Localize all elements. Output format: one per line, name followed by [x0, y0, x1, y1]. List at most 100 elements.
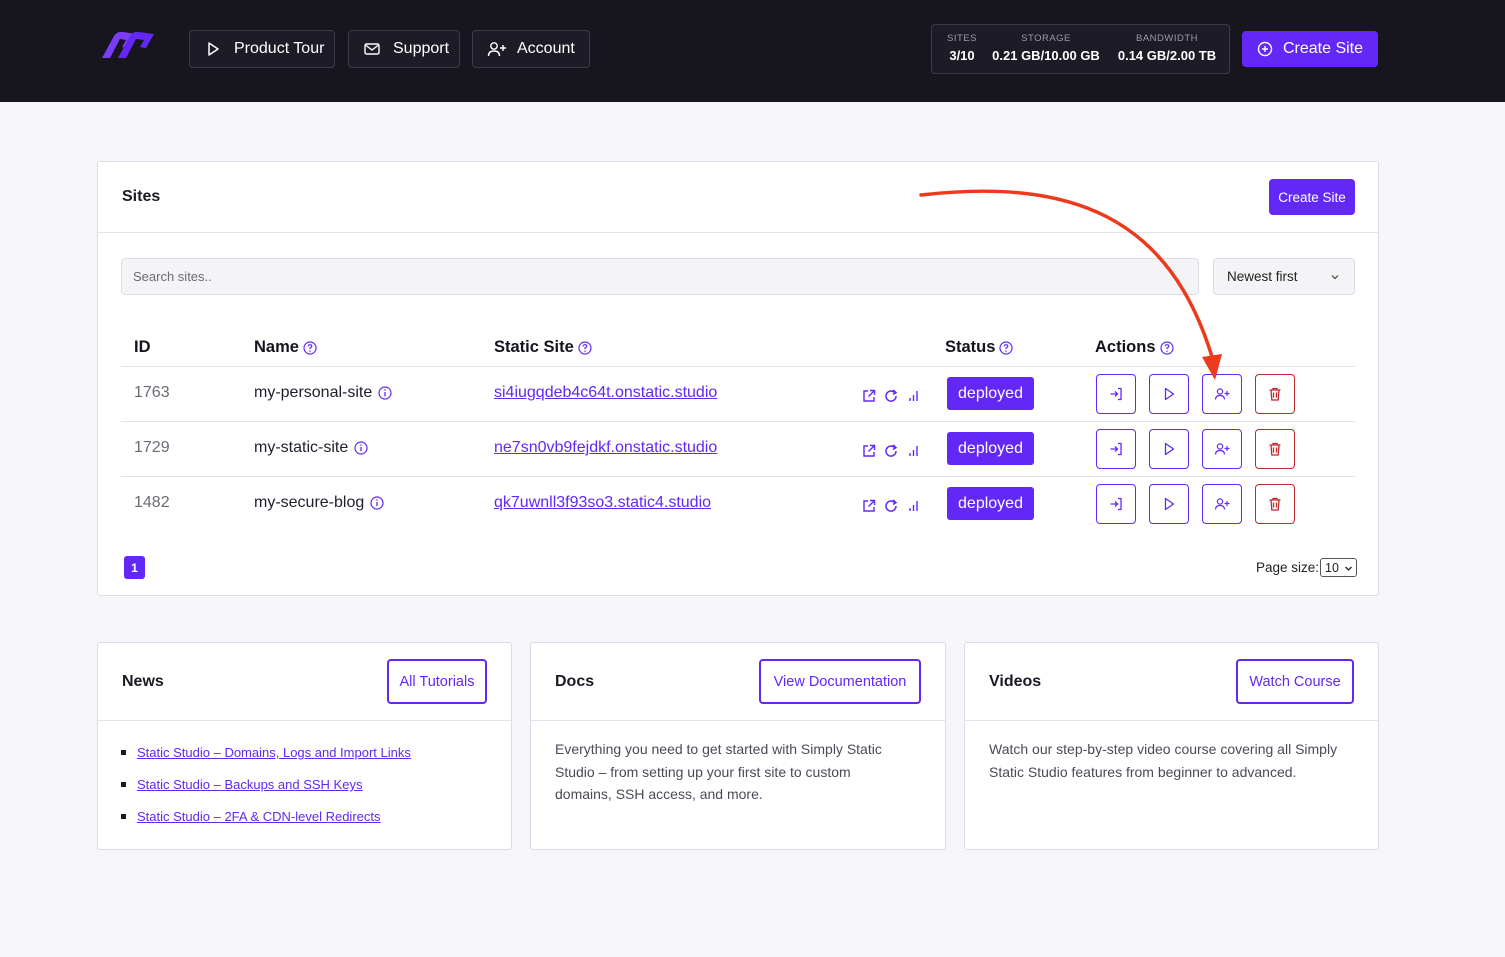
- news-list: Static Studio – Domains, Logs and Import…: [121, 745, 411, 841]
- help-icon[interactable]: [1159, 340, 1174, 355]
- site-id: 1763: [134, 384, 170, 401]
- trash-icon: [1267, 441, 1283, 457]
- row-divider: [121, 476, 1355, 477]
- usage-stats: SITES 3/10 STORAGE 0.21 GB/10.00 GB BAND…: [931, 24, 1230, 74]
- external-link-icon[interactable]: [861, 443, 877, 459]
- status-badge: deployed: [947, 432, 1034, 465]
- product-tour-label: Product Tour: [234, 40, 325, 57]
- plus-circle-icon: [1257, 41, 1273, 57]
- add-user-button[interactable]: [1202, 484, 1242, 524]
- create-site-button-top[interactable]: Create Site: [1242, 31, 1378, 67]
- search-input[interactable]: [121, 258, 1199, 295]
- site-quick-actions: [861, 443, 921, 459]
- news-link[interactable]: Static Studio – Domains, Logs and Import…: [121, 745, 411, 777]
- info-icon[interactable]: [378, 386, 392, 400]
- docs-title: Docs: [555, 673, 595, 690]
- user-plus-icon: [1214, 386, 1230, 402]
- run-button[interactable]: [1149, 429, 1189, 469]
- login-button[interactable]: [1096, 484, 1136, 524]
- login-icon: [1108, 386, 1124, 402]
- account-button[interactable]: Account: [472, 30, 590, 68]
- mail-icon: [363, 40, 381, 58]
- create-site-button[interactable]: Create Site: [1269, 179, 1355, 215]
- refresh-icon[interactable]: [883, 443, 899, 459]
- external-link-icon[interactable]: [861, 498, 877, 514]
- news-link[interactable]: Static Studio – Backups and SSH Keys: [121, 777, 411, 809]
- delete-button[interactable]: [1255, 429, 1295, 469]
- site-name: my-personal-site: [254, 384, 392, 402]
- delete-button[interactable]: [1255, 484, 1295, 524]
- site-quick-actions: [861, 498, 921, 514]
- sort-value: Newest first: [1227, 269, 1298, 284]
- user-plus-icon: [487, 40, 506, 58]
- login-icon: [1108, 496, 1124, 512]
- site-name: my-static-site: [254, 439, 368, 457]
- news-card: News All Tutorials Static Studio – Domai…: [97, 642, 512, 850]
- all-tutorials-button[interactable]: All Tutorials: [387, 659, 487, 704]
- support-label: Support: [393, 40, 450, 57]
- help-icon[interactable]: [999, 340, 1014, 355]
- chevron-down-icon: [1330, 272, 1340, 282]
- row-divider: [121, 366, 1355, 367]
- column-header-static-site: Static Site: [494, 338, 592, 357]
- row-divider: [121, 421, 1355, 422]
- trash-icon: [1267, 496, 1283, 512]
- column-header-status: Status: [945, 338, 1014, 357]
- login-button[interactable]: [1096, 429, 1136, 469]
- stats-icon[interactable]: [905, 443, 921, 459]
- delete-button[interactable]: [1255, 374, 1295, 414]
- status-badge: deployed: [947, 487, 1034, 520]
- watch-course-button[interactable]: Watch Course: [1236, 659, 1354, 704]
- news-title: News: [122, 673, 164, 690]
- support-button[interactable]: Support: [348, 30, 460, 68]
- sites-card-header: [98, 162, 1378, 233]
- add-user-button[interactable]: [1202, 429, 1242, 469]
- status-badge: deployed: [947, 377, 1034, 410]
- docs-card: Docs View Documentation Everything you n…: [530, 642, 946, 850]
- stat-sites: SITES 3/10: [947, 33, 977, 63]
- column-header-actions: Actions: [1095, 338, 1174, 357]
- product-tour-button[interactable]: Product Tour: [189, 30, 335, 68]
- docs-description: Everything you need to get started with …: [555, 741, 882, 802]
- page-size-label: Page size:: [1256, 560, 1320, 575]
- info-icon[interactable]: [370, 496, 384, 510]
- trash-icon: [1267, 386, 1283, 402]
- column-header-name: Name: [254, 338, 317, 357]
- help-icon[interactable]: [578, 340, 592, 355]
- stats-icon[interactable]: [905, 388, 921, 404]
- stat-storage: STORAGE 0.21 GB/10.00 GB: [992, 33, 1100, 63]
- sites-card: Sites Create Site Newest first ID Name S…: [97, 161, 1379, 596]
- info-icon[interactable]: [354, 441, 368, 455]
- videos-description: Watch our step-by-step video course cove…: [989, 741, 1338, 780]
- sort-select[interactable]: Newest first: [1213, 258, 1355, 295]
- add-user-button[interactable]: [1202, 374, 1242, 414]
- refresh-icon[interactable]: [883, 388, 899, 404]
- external-link-icon[interactable]: [861, 388, 877, 404]
- static-site-link[interactable]: si4iugqdeb4c64t.onstatic.studio: [494, 384, 717, 402]
- site-name: my-secure-blog: [254, 494, 384, 512]
- page-size-select[interactable]: 10: [1320, 558, 1358, 577]
- view-documentation-button[interactable]: View Documentation: [759, 659, 921, 704]
- account-label: Account: [517, 40, 575, 57]
- run-button[interactable]: [1149, 484, 1189, 524]
- help-icon[interactable]: [303, 340, 317, 355]
- videos-title: Videos: [989, 673, 1042, 690]
- pagination-page-1[interactable]: 1: [124, 556, 145, 579]
- static-site-link[interactable]: ne7sn0vb9fejdkf.onstatic.studio: [494, 439, 717, 457]
- user-plus-icon: [1214, 496, 1230, 512]
- site-quick-actions: [861, 388, 921, 404]
- stats-icon[interactable]: [905, 498, 921, 514]
- news-link[interactable]: Static Studio – 2FA & CDN-level Redirect…: [121, 809, 411, 841]
- column-header-id: ID: [134, 338, 151, 356]
- static-site-link[interactable]: qk7uwnll3f93so3.static4.studio: [494, 494, 711, 512]
- refresh-icon[interactable]: [883, 498, 899, 514]
- stat-bandwidth: BANDWIDTH 0.14 GB/2.00 TB: [1117, 33, 1217, 63]
- play-icon: [1161, 386, 1177, 402]
- run-button[interactable]: [1149, 374, 1189, 414]
- login-icon: [1108, 441, 1124, 457]
- logo-icon[interactable]: [100, 30, 156, 60]
- login-button[interactable]: [1096, 374, 1136, 414]
- play-icon: [1161, 496, 1177, 512]
- site-id: 1729: [134, 439, 170, 456]
- create-site-label: Create Site: [1282, 40, 1364, 57]
